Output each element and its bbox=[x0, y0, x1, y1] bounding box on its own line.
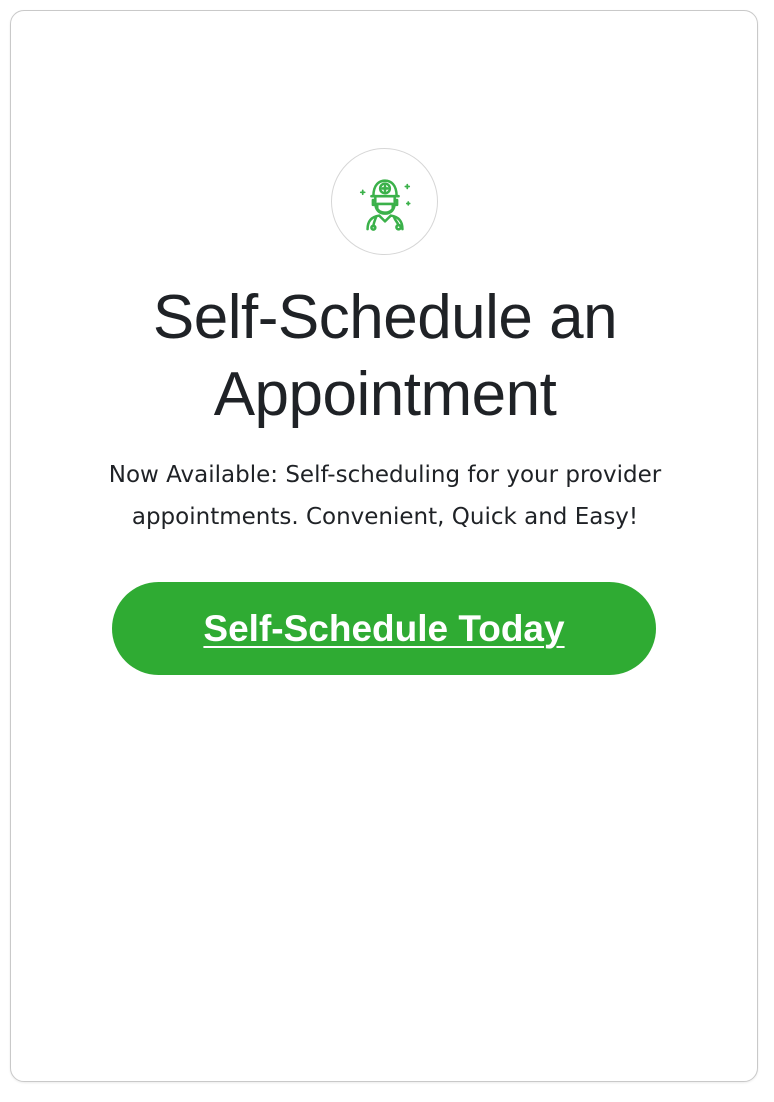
doctor-icon-badge bbox=[331, 148, 438, 255]
card-description: Now Available: Self-scheduling for your … bbox=[108, 462, 662, 530]
card-title: Self-Schedule an Appointment bbox=[152, 283, 618, 429]
self-schedule-button[interactable]: Self-Schedule Today bbox=[112, 582, 656, 675]
doctor-icon bbox=[359, 178, 411, 231]
appointment-card: Self-Schedule an Appointment Now Availab… bbox=[10, 10, 758, 1082]
